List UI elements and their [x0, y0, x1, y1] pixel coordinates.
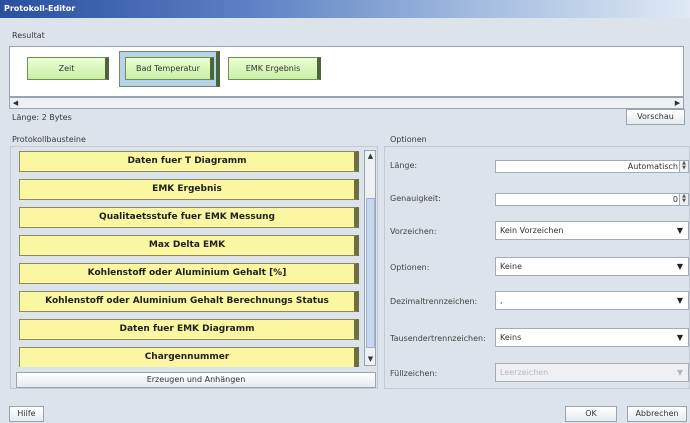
fill-char-value: Leerzeichen [500, 368, 549, 377]
chevron-down-icon[interactable]: ▼ [677, 258, 683, 275]
length-label: Länge: [390, 161, 418, 170]
length-info: Länge: 2 Bytes [12, 113, 72, 122]
chevron-down-icon[interactable]: ▼ [677, 329, 683, 346]
preview-button[interactable]: Vorschau [626, 109, 685, 125]
result-area: Zeit Bad Temperatur EMK Ergebnis [9, 46, 684, 97]
palette-item[interactable]: Max Delta EMK [19, 235, 359, 256]
palette-list: Daten fuer T Diagramm EMK Ergebnis Quali… [15, 147, 363, 367]
precision-spinner[interactable]: ▲ ▼ [679, 194, 688, 205]
thousands-separator-select[interactable]: Keins ▼ [495, 328, 689, 347]
scrollbar-thumb[interactable] [366, 198, 375, 348]
thousands-separator-value: Keins [500, 333, 522, 342]
help-button[interactable]: Hilfe [9, 406, 44, 422]
thousands-separator-label: Tausendertrennzeichen: [390, 334, 486, 343]
palette-item[interactable]: Daten fuer T Diagramm [19, 151, 359, 172]
palette-item[interactable]: Daten fuer EMK Diagramm [19, 319, 359, 340]
result-token-zeit[interactable]: Zeit [27, 57, 109, 80]
result-section-label: Resultat [12, 31, 45, 40]
length-value: Automatisch [627, 162, 678, 171]
chevron-down-icon: ▼ [676, 368, 683, 377]
palette-item[interactable]: Qualitaetsstufe fuer EMK Messung [19, 207, 359, 228]
arrow-right-icon[interactable]: ▶ [673, 99, 682, 108]
options-select[interactable]: Keine ▼ [495, 257, 689, 276]
options-label: Optionen: [390, 263, 430, 272]
arrow-down-icon[interactable]: ▼ [366, 355, 375, 364]
decimal-separator-select[interactable]: , ▼ [495, 291, 689, 310]
palette-item[interactable]: Kohlenstoff oder Aluminium Gehalt Berech… [19, 291, 359, 312]
generate-append-button[interactable]: Erzeugen und Anhängen [16, 372, 376, 388]
palette-vertical-scrollbar[interactable]: ▲ ▼ [364, 150, 376, 366]
precision-label: Genauigkeit: [390, 194, 441, 203]
ok-button[interactable]: OK [565, 406, 617, 422]
fill-char-label: Füllzeichen: [390, 369, 438, 378]
sign-label: Vorzeichen: [390, 227, 437, 236]
palette-item[interactable]: EMK Ergebnis [19, 179, 359, 200]
palette-section-label: Protokollbausteine [12, 135, 86, 144]
chevron-down-icon[interactable]: ▼ [677, 222, 683, 239]
cancel-button[interactable]: Abbrechen [627, 406, 687, 422]
precision-value: 0 [672, 195, 678, 204]
length-spinner[interactable]: ▲ ▼ [679, 161, 688, 172]
sign-value: Kein Vorzeichen [500, 226, 564, 235]
fill-char-select: Leerzeichen ▼ [495, 363, 689, 382]
length-field[interactable]: Automatisch ▲ ▼ [495, 160, 689, 173]
result-horizontal-scrollbar[interactable]: ◀ ▶ [9, 97, 684, 109]
arrow-up-icon[interactable]: ▲ [366, 152, 375, 161]
palette-item[interactable]: Kohlenstoff oder Aluminium Gehalt [%] [19, 263, 359, 284]
options-section-label: Optionen [390, 135, 427, 144]
decimal-separator-label: Dezimaltrennzeichen: [390, 297, 478, 306]
chevron-down-icon[interactable]: ▼ [677, 292, 683, 309]
precision-field[interactable]: 0 ▲ ▼ [495, 193, 689, 206]
options-value: Keine [500, 262, 522, 271]
palette-item[interactable]: Chargennummer [19, 347, 359, 367]
result-token-emk-ergebnis[interactable]: EMK Ergebnis [228, 57, 321, 80]
window-title: Protokoll-Editor [0, 0, 690, 18]
sign-select[interactable]: Kein Vorzeichen ▼ [495, 221, 689, 240]
arrow-left-icon[interactable]: ◀ [11, 99, 20, 108]
decimal-separator-value: , [500, 296, 503, 305]
result-token-bad-temperatur[interactable]: Bad Temperatur [125, 57, 214, 80]
